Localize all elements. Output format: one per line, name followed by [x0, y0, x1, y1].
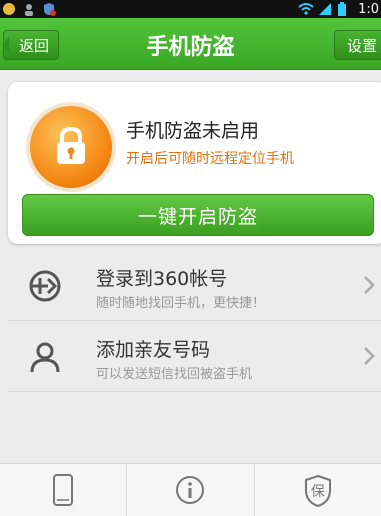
lock-icon — [30, 106, 112, 188]
list-item-login-360[interactable]: 登录到360帐号 随时随地找回手机，更快捷！ — [8, 250, 381, 321]
wifi-icon — [298, 2, 314, 16]
enable-anti-theft-button[interactable]: 一键开启防盗 — [22, 194, 374, 236]
add-icon — [28, 269, 62, 307]
phone-icon — [52, 474, 74, 516]
status-subtitle: 开启后可随时远程定位手机 — [126, 151, 294, 167]
battery-icon — [338, 2, 352, 16]
list-item-add-contact[interactable]: 添加亲友号码 可以发送短信找回被盗手机 — [8, 321, 381, 392]
list-item-subtitle: 可以发送短信找回被盗手机 — [96, 367, 253, 382]
status-title: 手机防盗未启用 — [126, 120, 260, 142]
list-item-subtitle: 随时随地找回手机，更快捷！ — [96, 296, 266, 311]
chevron-right-icon — [363, 275, 375, 299]
info-icon — [174, 474, 206, 516]
tab-phone[interactable] — [0, 464, 128, 516]
shield-icon — [42, 1, 56, 16]
list-item-title: 添加亲友号码 — [96, 339, 211, 361]
options-list: 登录到360帐号 随时随地找回手机，更快捷！ 添加亲友号码 可以发送短信找回被盗… — [8, 250, 381, 392]
status-bar: 1:0 — [0, 0, 381, 18]
signal-icon — [318, 2, 332, 16]
title-bar: 返回 手机防盗 设置 — [0, 18, 381, 70]
page-title: 手机防盗 — [146, 35, 235, 60]
app-icon — [2, 1, 16, 15]
list-item-title: 登录到360帐号 — [96, 268, 228, 290]
tab-info[interactable] — [127, 464, 255, 516]
clock: 1:0 — [358, 1, 379, 17]
anti-theft-status-card: 手机防盗未启用 开启后可随时远程定位手机 一键开启防盗 — [8, 82, 381, 244]
bottom-tab-bar: 保 — [0, 463, 381, 516]
settings-button[interactable]: 设置 — [334, 30, 381, 60]
tab-protect[interactable]: 保 — [255, 464, 381, 516]
shield-label: 保 — [310, 484, 325, 500]
shield-icon: 保 — [303, 474, 333, 508]
user-icon — [22, 1, 36, 16]
person-icon — [28, 340, 62, 378]
chevron-right-icon — [363, 346, 375, 370]
